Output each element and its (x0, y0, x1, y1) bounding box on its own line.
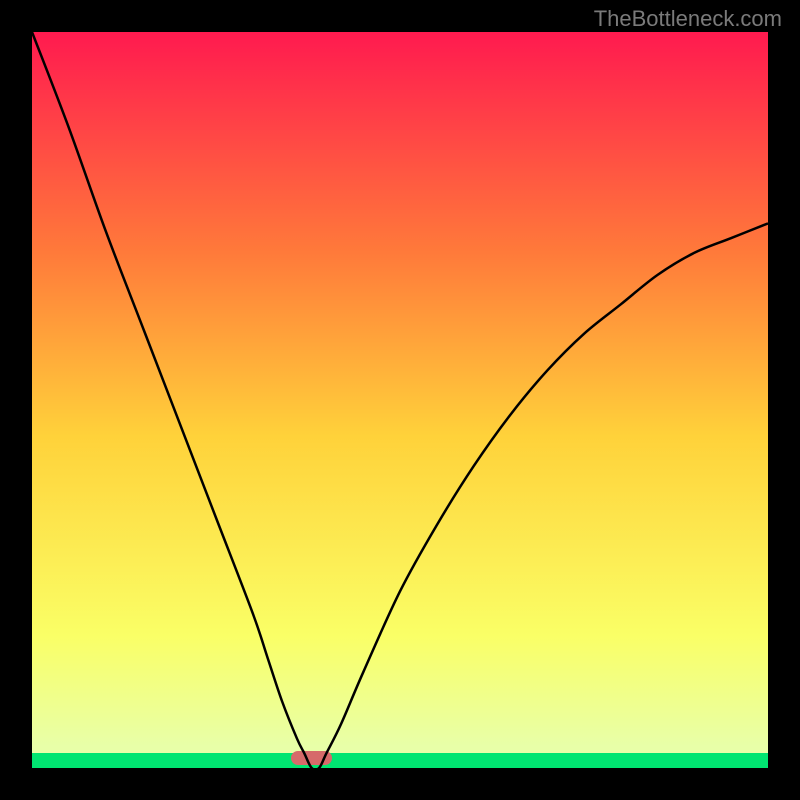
bottleneck-curve (32, 32, 768, 768)
chart-frame: TheBottleneck.com (0, 0, 800, 800)
curve-path (32, 32, 768, 768)
watermark-text: TheBottleneck.com (594, 6, 782, 32)
plot-area (32, 32, 768, 768)
